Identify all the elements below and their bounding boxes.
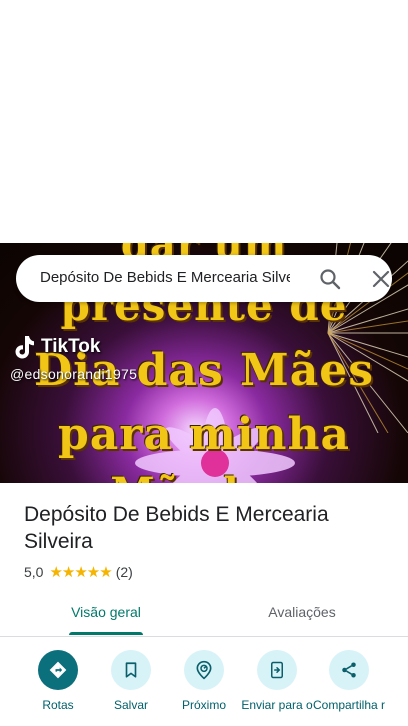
tiktok-icon (15, 336, 34, 359)
place-title: Depósito De Bebids E Mercearia Silveira (24, 503, 329, 553)
send-to-phone-button-circle[interactable] (257, 650, 297, 690)
share-icon (342, 662, 356, 678)
overlay-text-line-5: Mãe b... (0, 469, 408, 483)
star-rating-icon: ★★★★★ (49, 564, 112, 581)
search-icon[interactable] (318, 267, 342, 291)
save-label: Salvar (113, 698, 148, 712)
nearby-button-circle[interactable] (184, 650, 224, 690)
search-bar[interactable]: Depósito De Bebids E Mercearia Silveira (16, 255, 392, 302)
save-button[interactable]: Salvar (91, 650, 171, 724)
close-icon[interactable] (369, 267, 393, 291)
tab-overview[interactable]: Visão geral (0, 604, 212, 620)
directions-icon (49, 661, 67, 679)
search-input[interactable]: Depósito De Bebids E Mercearia Silveira (40, 269, 290, 289)
send-to-phone-button[interactable]: Enviar para o (237, 650, 317, 724)
share-button-circle[interactable] (329, 650, 369, 690)
map-blank-area (0, 0, 408, 243)
save-button-circle[interactable] (111, 650, 151, 690)
action-buttons-row: Rotas Salvar Próximo Enviar para o Compa… (0, 650, 408, 726)
rating-value: 5,0 (24, 564, 44, 580)
directions-button-circle[interactable] (38, 650, 78, 690)
share-button[interactable]: Compartilha r (309, 650, 389, 724)
send-to-phone-label: Enviar para o (241, 698, 313, 712)
tiktok-username: @edsonorandi1975 (10, 366, 138, 382)
nearby-button[interactable]: Próximo (164, 650, 244, 724)
tiktok-watermark: TikTok (12, 334, 100, 360)
rating-row[interactable]: 5,0 ★★★★★ (2) (24, 563, 133, 581)
place-tabs: Visão geral Avaliações (0, 596, 408, 637)
nearby-icon (196, 660, 212, 680)
selected-tab-indicator (69, 632, 143, 635)
nearby-label: Próximo (181, 698, 226, 712)
directions-label: Rotas (42, 698, 74, 712)
overlay-text-line-4: para minha (57, 409, 351, 460)
share-label: Compartilha r (312, 698, 386, 712)
send-to-phone-icon (271, 661, 283, 679)
review-count[interactable]: (2) (116, 564, 133, 580)
tiktok-brand-label: TikTok (41, 336, 101, 357)
tab-reviews[interactable]: Avaliações (196, 604, 408, 620)
directions-button[interactable]: Rotas (18, 650, 98, 724)
bookmark-icon (125, 662, 137, 678)
